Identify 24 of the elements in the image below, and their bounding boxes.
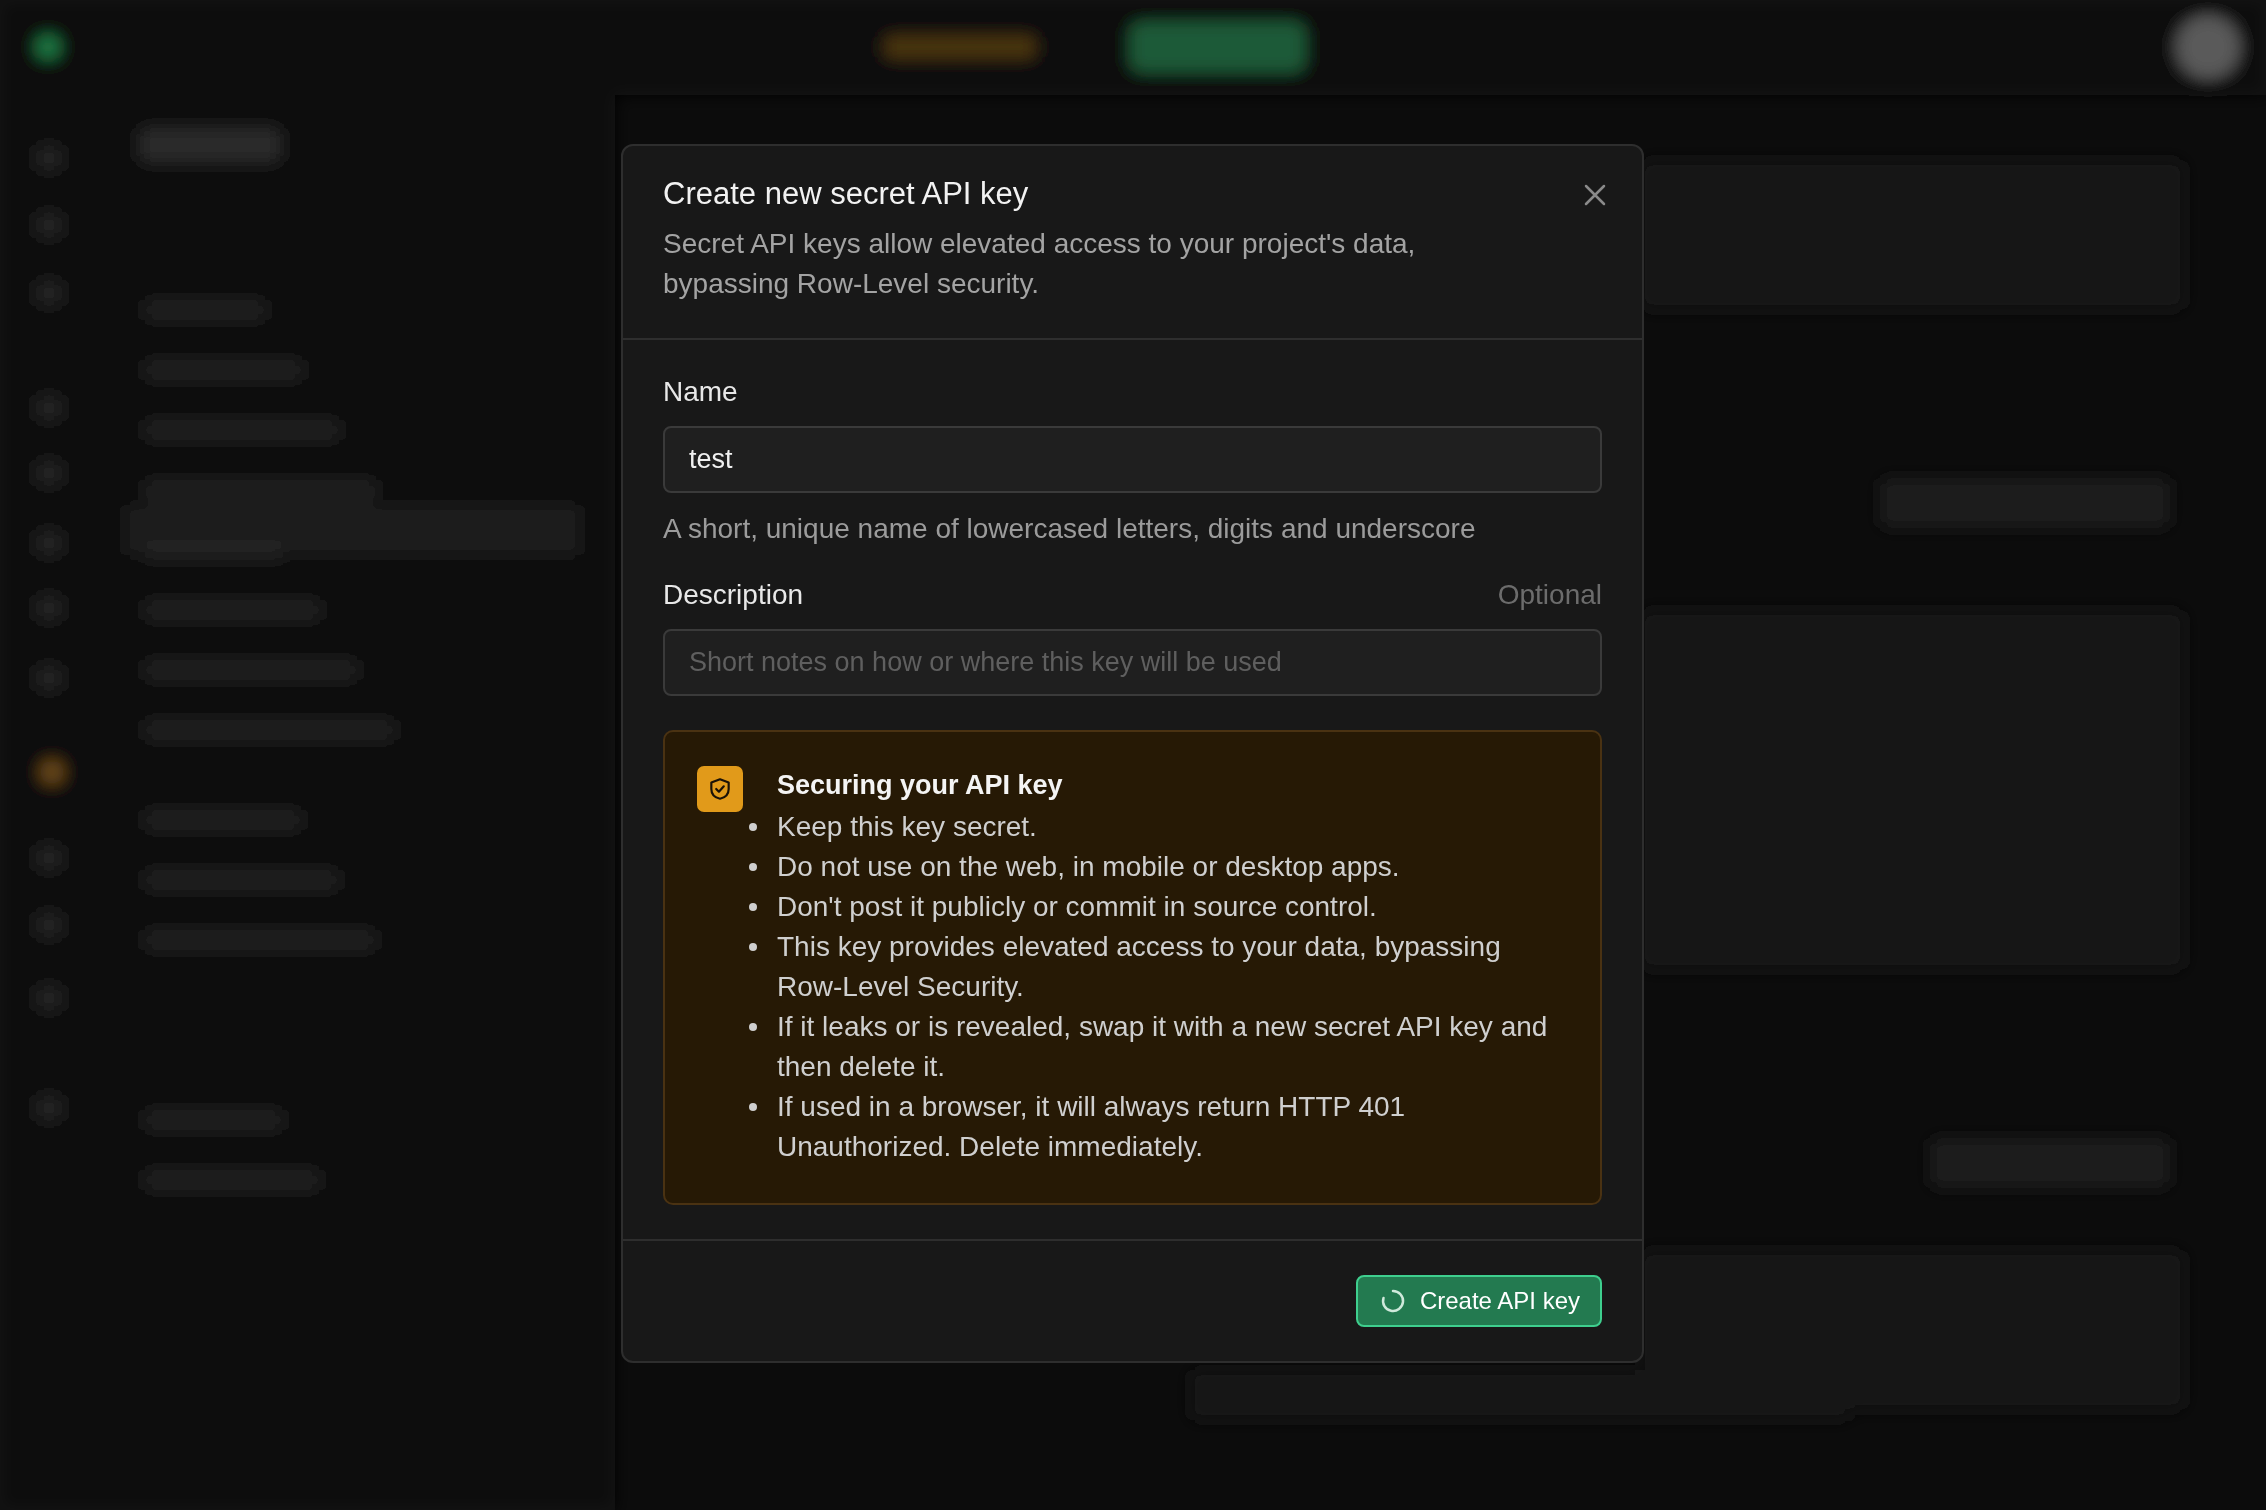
shield-icon [697, 766, 743, 812]
bullet-icon [749, 863, 757, 871]
warning-item: Don't post it publicly or commit in source control. [777, 890, 1377, 924]
dialog-title: Create new secret API key [663, 176, 1029, 212]
warning-item: If it leaks or is revealed, swap it with a new secret API key and then delete it. [777, 1010, 1549, 1084]
spinner-icon [1379, 1288, 1406, 1314]
bullet-icon [749, 903, 757, 911]
bullet-icon [749, 943, 757, 951]
input-field[interactable]: test [663, 426, 1602, 493]
field-label: Description [663, 579, 804, 611]
create-api-key-button[interactable]: Create API key [1355, 1275, 1602, 1327]
field-label: Name [663, 376, 738, 408]
input-field[interactable]: Short notes on how or where this key will be used [663, 629, 1602, 696]
warning-item: This key provides elevated access to your data, bypassing Row-Level Security. [777, 930, 1502, 1004]
warning-item: Keep this key secret. [777, 810, 1037, 844]
warning-item: If used in a browser, it will always return HTTP 401 Unauthorized. Delete immediately. [777, 1090, 1407, 1164]
dialog-description: Secret API keys allow elevated access to your project's data, bypassing Row-Level security. [663, 227, 1417, 301]
bullet-icon [749, 823, 757, 831]
bullet-icon [749, 1103, 757, 1111]
bullet-icon [749, 1023, 757, 1031]
field-hint: A short, unique name of lowercased letters, digits and underscore [663, 513, 1477, 545]
optional-label: Optional [1497, 579, 1602, 611]
warning-item: Do not use on the web, in mobile or desktop apps. [777, 850, 1400, 884]
warning-title: Securing your API key [777, 770, 1064, 801]
